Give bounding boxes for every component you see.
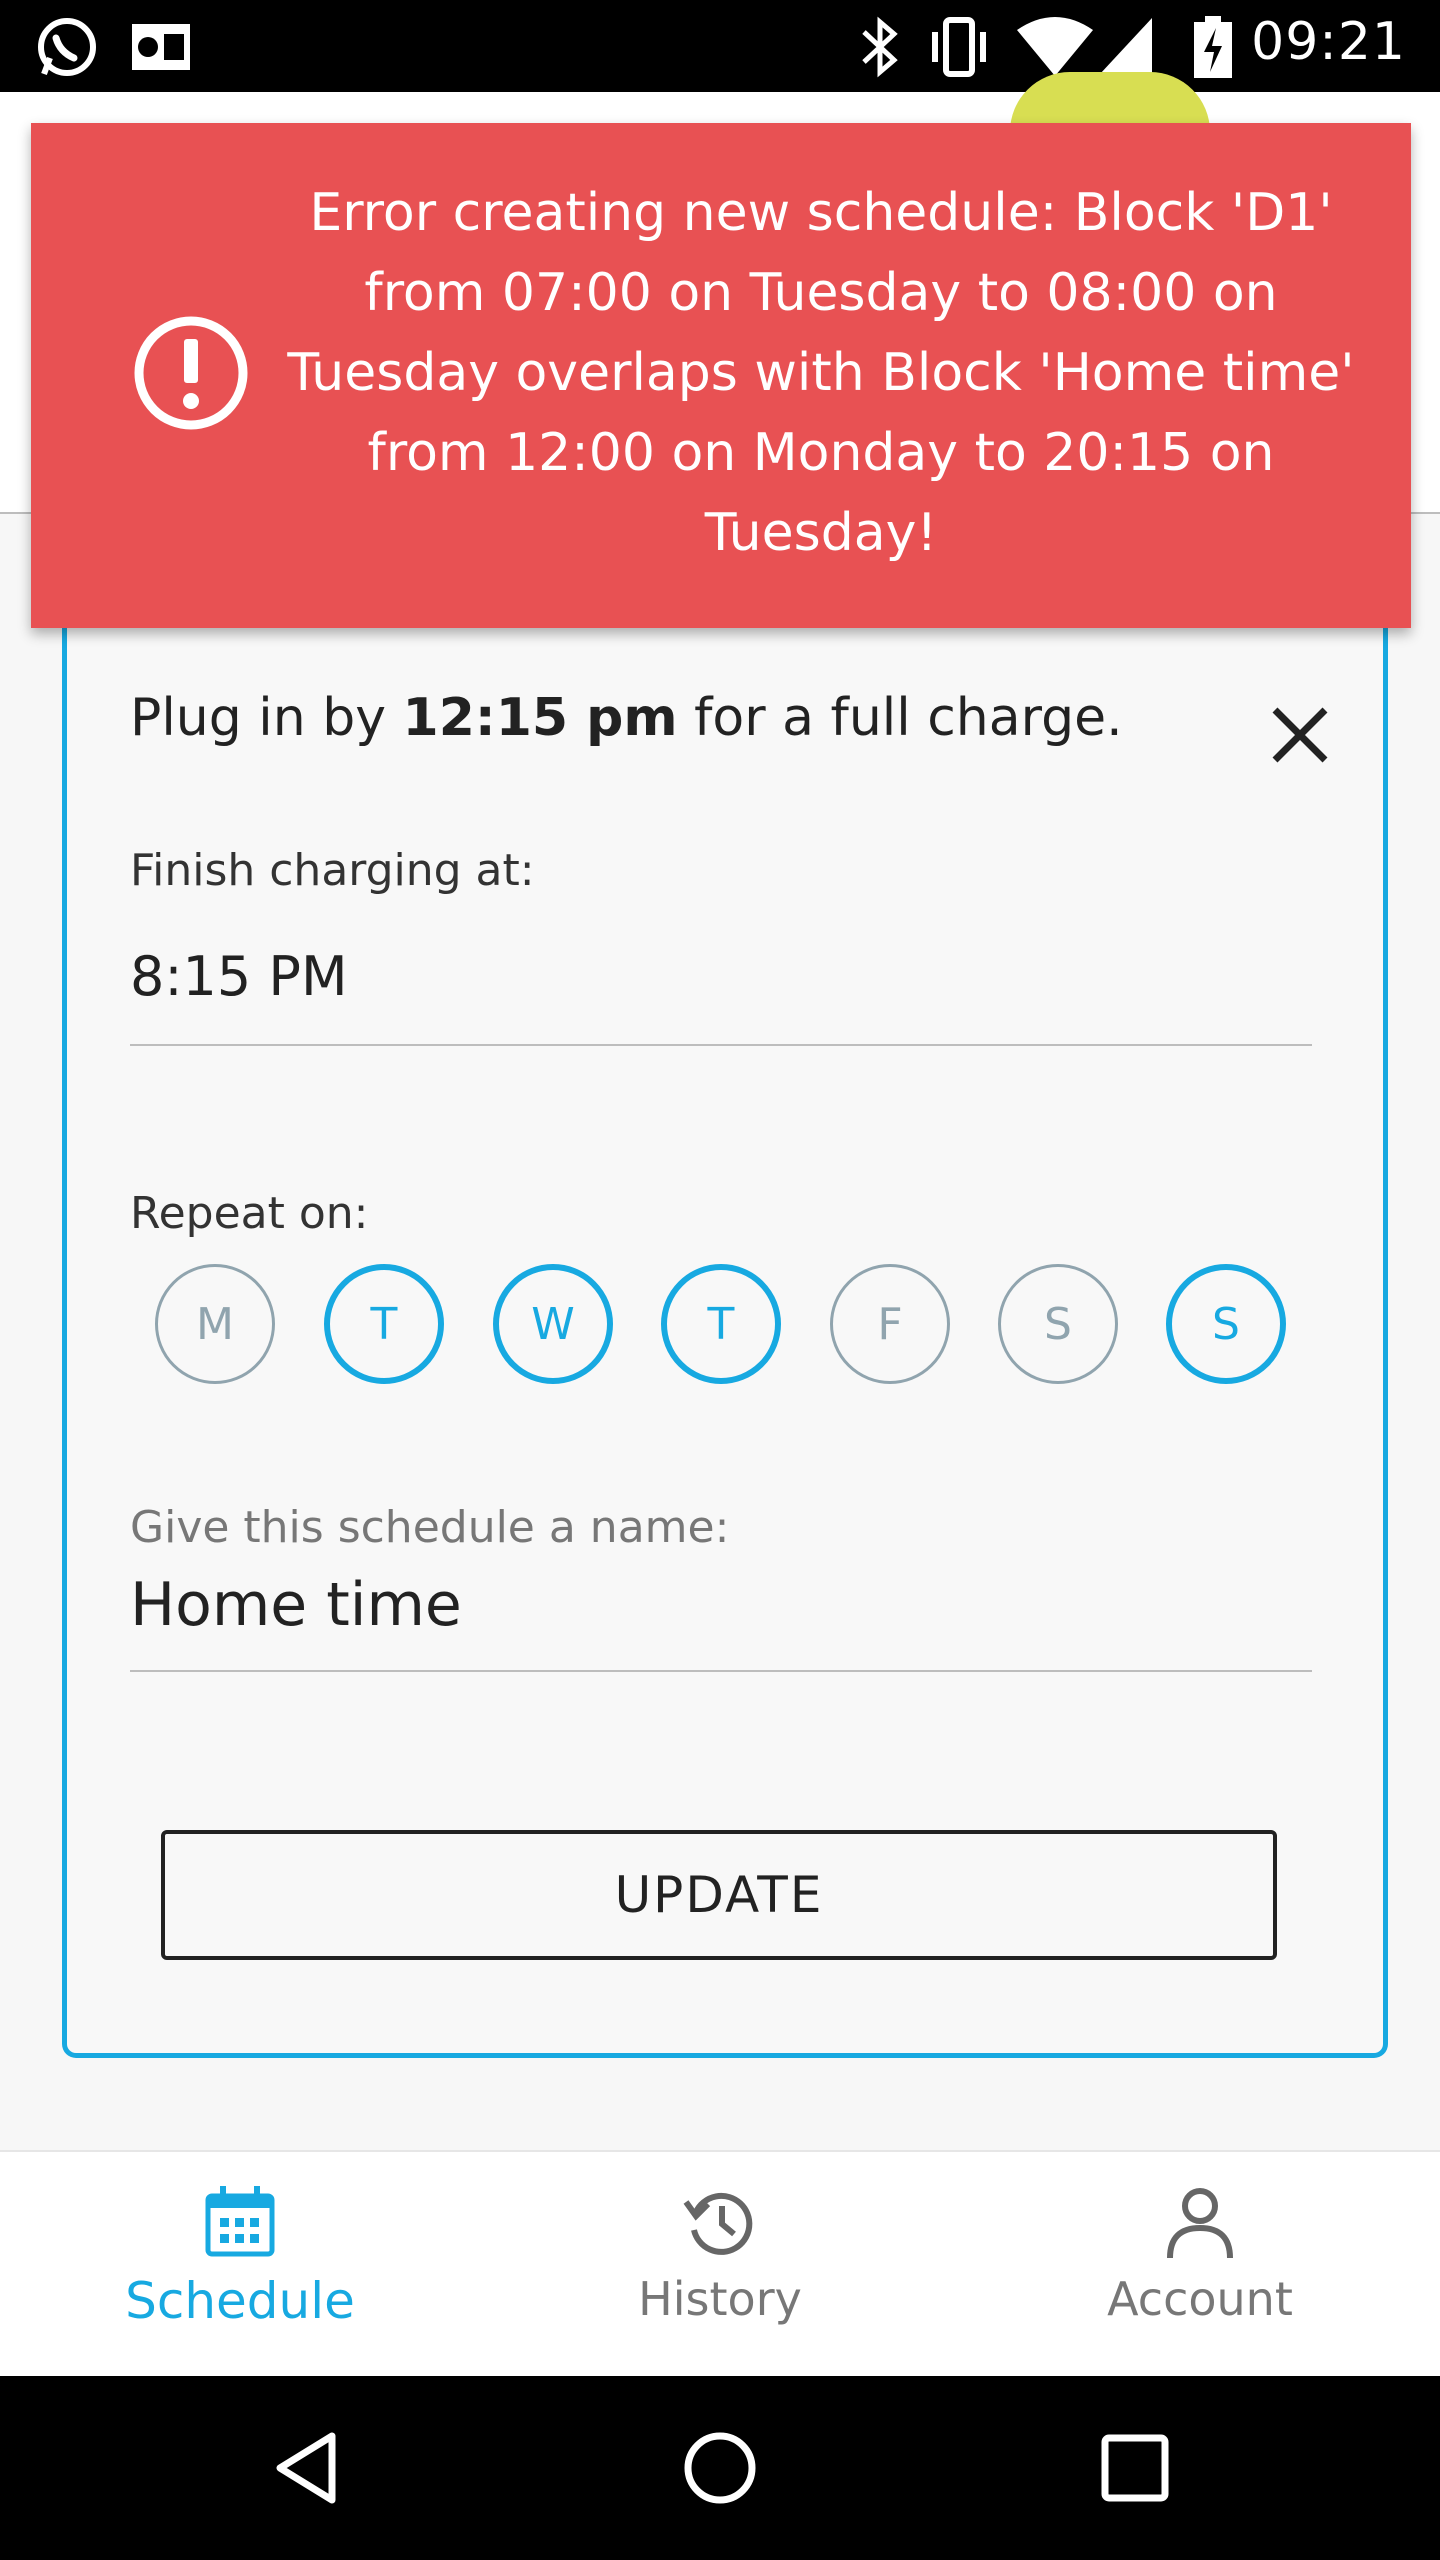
error-toast[interactable]: Error creating new schedule: Block 'D1' …	[31, 123, 1411, 628]
error-icon	[131, 313, 251, 437]
back-icon[interactable]	[270, 2428, 350, 2512]
account-icon	[1160, 2182, 1240, 2262]
error-message: Error creating new schedule: Block 'D1' …	[287, 183, 1355, 563]
schedule-name-underline	[130, 1670, 1312, 1672]
schedule-name-input[interactable]: Home time	[130, 1570, 462, 1640]
history-icon	[680, 2182, 760, 2262]
clock: 09:21	[1251, 12, 1406, 72]
tab-account[interactable]: Account	[960, 2152, 1440, 2377]
close-button[interactable]	[1265, 700, 1335, 770]
close-icon	[1272, 707, 1328, 763]
home-icon[interactable]	[680, 2428, 760, 2512]
whatsapp-icon	[34, 14, 100, 84]
finish-time-underline	[130, 1044, 1312, 1046]
system-navigation-bar	[0, 2376, 1440, 2560]
bottom-navigation: Schedule History Account	[0, 2150, 1440, 2377]
repeat-on-label: Repeat on:	[130, 1188, 369, 1239]
day-toggle-thursday[interactable]: T	[661, 1264, 781, 1384]
schedule-name-label: Give this schedule a name:	[130, 1502, 730, 1553]
plug-suffix: for a full charge.	[677, 688, 1123, 748]
outlook-icon	[128, 14, 194, 84]
bluetooth-icon	[858, 14, 902, 84]
battery-charging-icon	[1192, 14, 1234, 84]
tab-schedule-label: Schedule	[125, 2272, 355, 2330]
calendar-icon	[200, 2182, 280, 2262]
day-toggle-friday[interactable]: F	[830, 1264, 950, 1384]
tab-history-label: History	[638, 2272, 802, 2326]
finish-time-field[interactable]: 8:15 PM	[130, 945, 348, 1008]
tab-schedule[interactable]: Schedule	[0, 2152, 480, 2377]
plug-time: 12:15 pm	[402, 688, 678, 748]
tab-history[interactable]: History	[480, 2152, 960, 2377]
plug-in-message: Plug in by 12:15 pm for a full charge.	[130, 688, 1123, 748]
update-button[interactable]: UPDATE	[161, 1830, 1277, 1960]
finish-charging-label: Finish charging at:	[130, 845, 535, 896]
day-toggle-sunday[interactable]: S	[1166, 1264, 1286, 1384]
day-toggle-monday[interactable]: M	[155, 1264, 275, 1384]
tab-account-label: Account	[1107, 2272, 1293, 2326]
day-toggle-wednesday[interactable]: W	[493, 1264, 613, 1384]
vibrate-icon	[924, 14, 994, 84]
recents-icon[interactable]	[1095, 2428, 1175, 2512]
plug-prefix: Plug in by	[130, 688, 403, 748]
day-toggle-saturday[interactable]: S	[998, 1264, 1118, 1384]
day-toggle-tuesday[interactable]: T	[324, 1264, 444, 1384]
status-bar: 09:21	[0, 0, 1440, 92]
